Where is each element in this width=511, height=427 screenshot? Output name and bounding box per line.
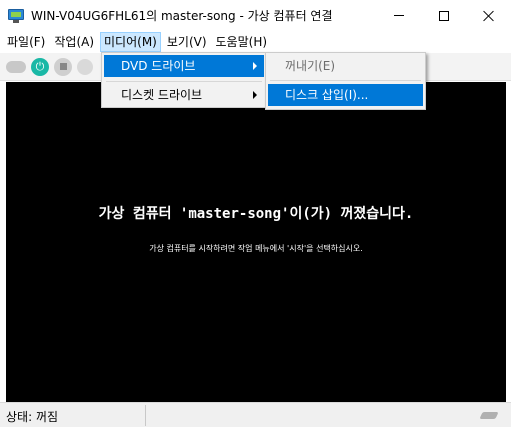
minimize-icon: [393, 15, 404, 16]
menu-view[interactable]: 보기(V): [164, 32, 210, 52]
menu-item-label: 디스켓 드라이브: [121, 88, 203, 102]
menu-help[interactable]: 도움말(H): [213, 32, 271, 52]
menu-item-dvd-drive[interactable]: DVD 드라이브: [104, 55, 264, 77]
menu-bar: 파일(F) 작업(A) 미디어(M) 보기(V) 도움말(H): [0, 31, 511, 53]
ctrl-alt-del-icon[interactable]: [6, 60, 26, 73]
window-title: WIN-V04UG6FHL61의 master-song - 가상 컴퓨터 연결: [31, 9, 333, 23]
status-bar: 상태: 꺼짐: [0, 402, 511, 427]
submenu-arrow-icon: [253, 62, 257, 70]
menu-file[interactable]: 파일(F): [4, 32, 48, 52]
maximize-icon: [438, 10, 449, 21]
media-menu: DVD 드라이브 디스켓 드라이브: [101, 52, 267, 108]
menu-item-insert-disk[interactable]: 디스크 삽입(I)...: [268, 84, 423, 106]
status-divider: [145, 405, 146, 426]
submenu-arrow-icon: [253, 91, 257, 99]
minimize-button[interactable]: [376, 0, 421, 31]
vm-connection-icon: [8, 8, 24, 24]
vm-screen[interactable]: 가상 컴퓨터 'master-song'이(가) 꺼졌습니다. 가상 컴퓨터를 …: [6, 82, 506, 402]
menu-item-label: DVD 드라이브: [121, 59, 196, 73]
menu-media[interactable]: 미디어(M): [100, 32, 161, 52]
dvd-drive-submenu: 꺼내기(E) 디스크 삽입(I)...: [265, 52, 426, 110]
vm-off-message: 가상 컴퓨터 'master-song'이(가) 꺼졌습니다.: [98, 206, 414, 222]
vm-start-hint: 가상 컴퓨터를 시작하려면 작업 메뉴에서 '시작'을 선택하십시오.: [149, 244, 363, 253]
menu-item-diskette-drive[interactable]: 디스켓 드라이브: [104, 84, 264, 106]
menu-action[interactable]: 작업(A): [51, 32, 97, 52]
reset-icon[interactable]: [77, 58, 93, 75]
menu-separator: [106, 81, 262, 82]
close-button[interactable]: [466, 0, 511, 31]
title-bar: WIN-V04UG6FHL61의 master-song - 가상 컴퓨터 연결: [0, 0, 511, 31]
stop-icon[interactable]: [54, 57, 72, 76]
close-icon: [483, 10, 495, 22]
menu-item-eject[interactable]: 꺼내기(E): [268, 55, 423, 77]
power-icon[interactable]: ⏻: [31, 57, 49, 76]
menu-separator: [270, 80, 421, 81]
keyboard-icon: [479, 412, 499, 419]
status-text: 상태: 꺼짐: [6, 410, 59, 424]
maximize-button[interactable]: [421, 0, 466, 31]
